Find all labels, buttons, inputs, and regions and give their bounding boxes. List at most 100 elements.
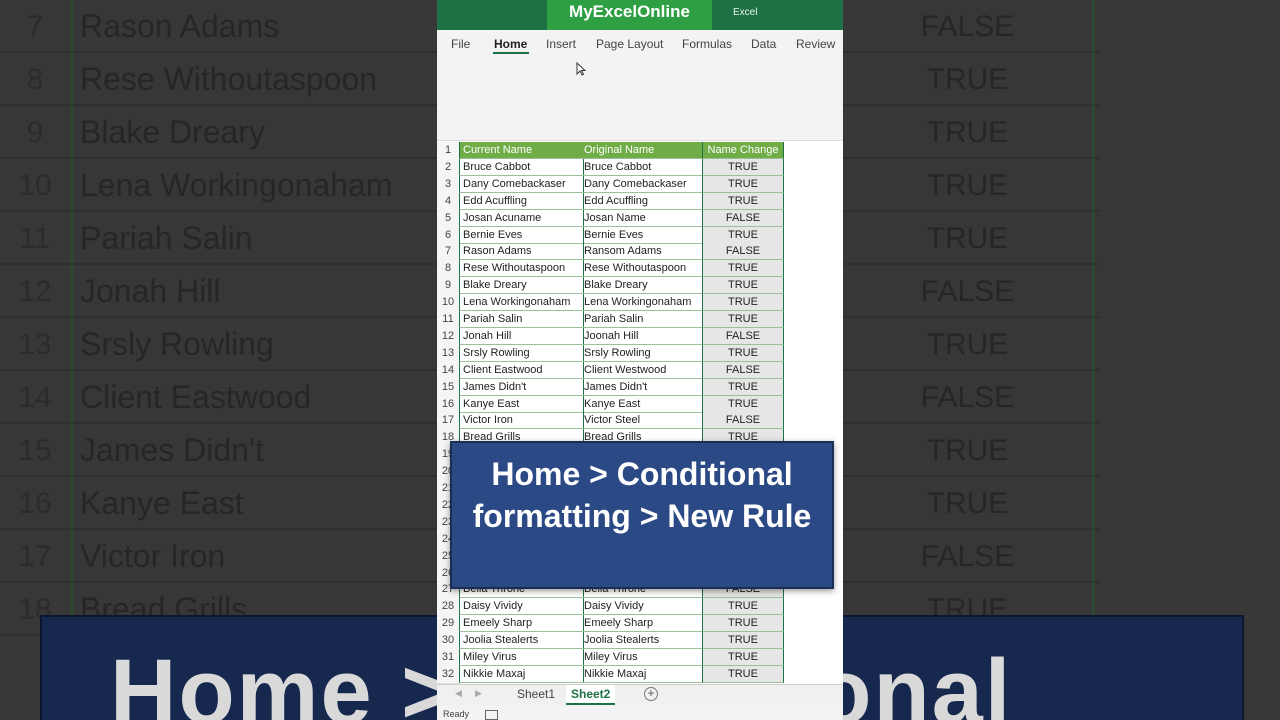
cell-current-name[interactable]: Pariah Salin	[459, 311, 584, 328]
row-number[interactable]: 15	[437, 378, 460, 397]
cell-current-name[interactable]: Miley Virus	[459, 649, 584, 666]
row-number[interactable]: 29	[437, 615, 460, 634]
row-number[interactable]: 2	[437, 158, 460, 177]
macro-record-icon[interactable]	[485, 710, 498, 720]
tab-data[interactable]: Data	[751, 37, 776, 51]
row-number[interactable]: 17	[437, 412, 460, 431]
cell-current-name[interactable]: Client Eastwood	[459, 361, 584, 379]
row-number[interactable]: 28	[437, 598, 460, 617]
cell-current-name[interactable]: Lena Workingonaham	[459, 294, 584, 312]
cell-current-name[interactable]: Jonah Hill	[459, 327, 584, 345]
cell-original-name[interactable]: Ransom Adams	[581, 243, 703, 261]
cell-name-change[interactable]: TRUE	[703, 344, 784, 362]
cell-original-name[interactable]: Joonah Hill	[581, 327, 703, 345]
cell-original-name[interactable]: Srsly Rowling	[581, 344, 703, 362]
row-number[interactable]: 5	[437, 209, 460, 228]
cell-current-name[interactable]: Bernie Eves	[459, 226, 584, 244]
cell-original-name[interactable]: Nikkie Maxaj	[581, 665, 703, 683]
tab-file[interactable]: File	[451, 37, 470, 51]
cell-name-change[interactable]: TRUE	[703, 277, 784, 295]
cell-current-name[interactable]: Rese Withoutaspoon	[459, 260, 584, 278]
row-number[interactable]: 8	[437, 260, 460, 279]
cell-original-name[interactable]: Joolia Stealerts	[581, 632, 703, 650]
cell-original-name[interactable]: Bernie Eves	[581, 226, 703, 244]
cell-current-name[interactable]: James Didn't	[459, 378, 584, 396]
sheet-tab-sheet2[interactable]: Sheet2	[566, 685, 616, 705]
header-name-change[interactable]: Name Change	[703, 142, 784, 159]
row-number[interactable]: 7	[437, 243, 460, 262]
cell-current-name[interactable]: Joolia Stealerts	[459, 632, 584, 650]
cell-original-name[interactable]: Bruce Cabbot	[581, 158, 703, 176]
cell-name-change[interactable]: TRUE	[703, 260, 784, 278]
tab-formulas[interactable]: Formulas	[682, 37, 732, 51]
cell-name-change[interactable]: TRUE	[703, 158, 784, 176]
cell-current-name[interactable]: Edd Acuffling	[459, 192, 584, 210]
cell-current-name[interactable]: Emeely Sharp	[459, 615, 584, 633]
cell-original-name[interactable]: James Didn't	[581, 378, 703, 396]
row-number[interactable]: 4	[437, 192, 460, 211]
cell-current-name[interactable]: Kanye East	[459, 395, 584, 413]
row-number[interactable]: 11	[437, 311, 460, 329]
cell-name-change[interactable]: TRUE	[703, 311, 784, 328]
tab-insert[interactable]: Insert	[546, 37, 576, 51]
row-number[interactable]: 3	[437, 175, 460, 194]
cell-name-change[interactable]: TRUE	[703, 615, 784, 633]
cell-original-name[interactable]: Rese Withoutaspoon	[581, 260, 703, 278]
cell-current-name[interactable]: Dany Comebackaser	[459, 175, 584, 193]
cell-name-change[interactable]: TRUE	[703, 649, 784, 666]
cell-original-name[interactable]: Kanye East	[581, 395, 703, 413]
tab-review[interactable]: Review	[796, 37, 835, 51]
cell-current-name[interactable]: Blake Dreary	[459, 277, 584, 295]
header-original-name[interactable]: Original Name	[581, 142, 703, 159]
cell-name-change[interactable]: TRUE	[703, 632, 784, 650]
header-current-name[interactable]: Current Name	[459, 142, 584, 159]
cell-name-change[interactable]: FALSE	[703, 209, 784, 227]
cell-current-name[interactable]: Josan Acuname	[459, 209, 584, 227]
cell-original-name[interactable]: Miley Virus	[581, 649, 703, 666]
cell-original-name[interactable]: Victor Steel	[581, 412, 703, 430]
cell-current-name[interactable]: Daisy Vividy	[459, 598, 584, 616]
next-sheet-icon[interactable]: ▶	[475, 688, 482, 699]
cell-original-name[interactable]: Josan Name	[581, 209, 703, 227]
cell-name-change[interactable]: FALSE	[703, 327, 784, 345]
row-number[interactable]: 9	[437, 277, 460, 296]
prev-sheet-icon[interactable]: ◀	[455, 688, 462, 699]
cell-name-change[interactable]: TRUE	[703, 665, 784, 683]
cell-name-change[interactable]: FALSE	[703, 361, 784, 379]
cell-original-name[interactable]: Lena Workingonaham	[581, 294, 703, 312]
tab-home[interactable]: Home	[494, 37, 527, 51]
cell-current-name[interactable]: Rason Adams	[459, 243, 584, 261]
cell-name-change[interactable]: TRUE	[703, 378, 784, 396]
tab-page-layout[interactable]: Page Layout	[596, 37, 663, 51]
row-number[interactable]: 30	[437, 632, 460, 651]
row-number[interactable]: 31	[437, 649, 460, 667]
cell-original-name[interactable]: Daisy Vividy	[581, 598, 703, 616]
sheet-tab-sheet1[interactable]: Sheet1	[512, 685, 560, 703]
cell-original-name[interactable]: Dany Comebackaser	[581, 175, 703, 193]
cell-name-change[interactable]: TRUE	[703, 395, 784, 413]
row-number[interactable]: 10	[437, 294, 460, 313]
cell-original-name[interactable]: Edd Acuffling	[581, 192, 703, 210]
row-number[interactable]: 32	[437, 665, 460, 684]
cell-original-name[interactable]: Client Westwood	[581, 361, 703, 379]
cell-current-name[interactable]: Srsly Rowling	[459, 344, 584, 362]
cell-name-change[interactable]: TRUE	[703, 226, 784, 244]
cell-name-change[interactable]: FALSE	[703, 412, 784, 430]
row-number[interactable]: 13	[437, 344, 460, 363]
row-number[interactable]: 12	[437, 327, 460, 346]
cell-original-name[interactable]: Pariah Salin	[581, 311, 703, 328]
cell-original-name[interactable]: Blake Dreary	[581, 277, 703, 295]
cell-name-change[interactable]: TRUE	[703, 598, 784, 616]
cell-current-name[interactable]: Bruce Cabbot	[459, 158, 584, 176]
cell-name-change[interactable]: TRUE	[703, 175, 784, 193]
cell-current-name[interactable]: Victor Iron	[459, 412, 584, 430]
cell-original-name[interactable]: Emeely Sharp	[581, 615, 703, 633]
add-sheet-icon[interactable]: +	[644, 687, 658, 701]
cell-name-change[interactable]: TRUE	[703, 294, 784, 312]
cell-name-change[interactable]: TRUE	[703, 192, 784, 210]
row-number[interactable]: 14	[437, 361, 460, 380]
cell-current-name[interactable]: Nikkie Maxaj	[459, 665, 584, 683]
row-number[interactable]: 6	[437, 226, 460, 245]
cell-name-change[interactable]: FALSE	[703, 243, 784, 261]
row-number[interactable]: 16	[437, 395, 460, 414]
